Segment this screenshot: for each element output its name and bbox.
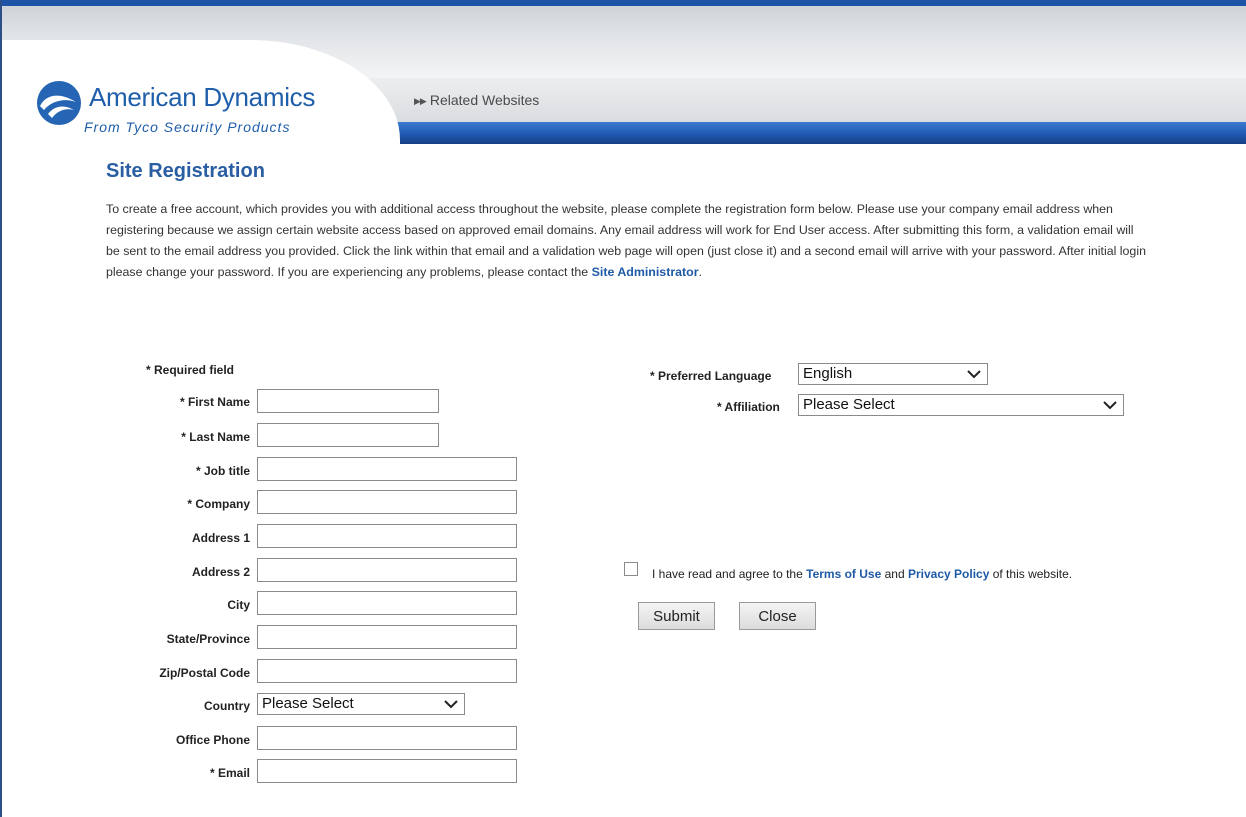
brand-tagline: From Tyco Security Products bbox=[84, 119, 291, 135]
left-rule bbox=[0, 0, 2, 817]
office-phone-label: Office Phone bbox=[175, 733, 250, 747]
email-input[interactable] bbox=[257, 759, 517, 783]
intro-end: . bbox=[698, 265, 703, 279]
state-province-label: State/Province bbox=[166, 632, 250, 646]
address1-label: Address 1 bbox=[191, 531, 250, 545]
language-selected-value: English bbox=[803, 365, 853, 382]
agree-terms-checkbox[interactable] bbox=[624, 562, 638, 576]
city-label: City bbox=[227, 598, 250, 612]
privacy-policy-link[interactable]: Privacy Policy bbox=[908, 567, 989, 581]
country-select[interactable]: Please Select bbox=[257, 693, 465, 715]
submit-button[interactable]: Submit bbox=[638, 602, 715, 630]
related-websites-link[interactable]: ▶▶ Related Websites bbox=[414, 92, 539, 108]
agree-text-end: of this website. bbox=[992, 567, 1073, 581]
address2-input[interactable] bbox=[257, 558, 517, 582]
country-selected-value: Please Select bbox=[262, 695, 354, 712]
chevron-down-icon bbox=[1103, 401, 1117, 410]
preferred-language-select[interactable]: English bbox=[798, 363, 988, 385]
page-title: Site Registration bbox=[106, 160, 265, 182]
first-name-label: * First Name bbox=[179, 395, 250, 409]
affiliation-select[interactable]: Please Select bbox=[798, 394, 1124, 416]
city-input[interactable] bbox=[257, 591, 517, 615]
office-phone-input[interactable] bbox=[257, 726, 517, 750]
required-field-note: * Required field bbox=[146, 363, 235, 377]
job-title-label: * Job title bbox=[195, 464, 250, 478]
zip-postal-code-input[interactable] bbox=[257, 659, 517, 683]
first-name-input[interactable] bbox=[257, 389, 439, 413]
zip-postal-code-label: Zip/Postal Code bbox=[159, 666, 250, 680]
intro-paragraph: To create a free account, which provides… bbox=[106, 199, 1146, 283]
agree-terms-text: I have read and agree to the Terms of Us… bbox=[652, 567, 1072, 581]
last-name-label: * Last Name bbox=[181, 430, 250, 444]
company-label: * Company bbox=[187, 497, 250, 511]
address1-input[interactable] bbox=[257, 524, 517, 548]
affiliation-label: * Affiliation bbox=[717, 400, 780, 414]
brand-name: American Dynamics bbox=[89, 82, 316, 112]
job-title-input[interactable] bbox=[257, 457, 517, 481]
company-input[interactable] bbox=[257, 490, 517, 514]
preferred-language-label: * Preferred Language bbox=[650, 369, 772, 383]
american-dynamics-logo-icon[interactable] bbox=[36, 80, 82, 126]
email-label: * Email bbox=[209, 766, 250, 780]
close-button[interactable]: Close bbox=[739, 602, 816, 630]
double-chevron-right-icon: ▶▶ bbox=[414, 96, 427, 106]
agree-and: and bbox=[884, 567, 905, 581]
site-administrator-link[interactable]: Site Administrator bbox=[592, 265, 699, 279]
affiliation-selected-value: Please Select bbox=[803, 396, 895, 413]
state-province-input[interactable] bbox=[257, 625, 517, 649]
agree-text-start: I have read and agree to the bbox=[652, 567, 803, 581]
chevron-down-icon bbox=[967, 370, 981, 379]
last-name-input[interactable] bbox=[257, 423, 439, 447]
chevron-down-icon bbox=[444, 700, 458, 709]
country-label: Country bbox=[204, 699, 250, 713]
terms-of-use-link[interactable]: Terms of Use bbox=[806, 567, 881, 581]
address2-label: Address 2 bbox=[191, 565, 250, 579]
related-websites-label: Related Websites bbox=[429, 92, 540, 108]
